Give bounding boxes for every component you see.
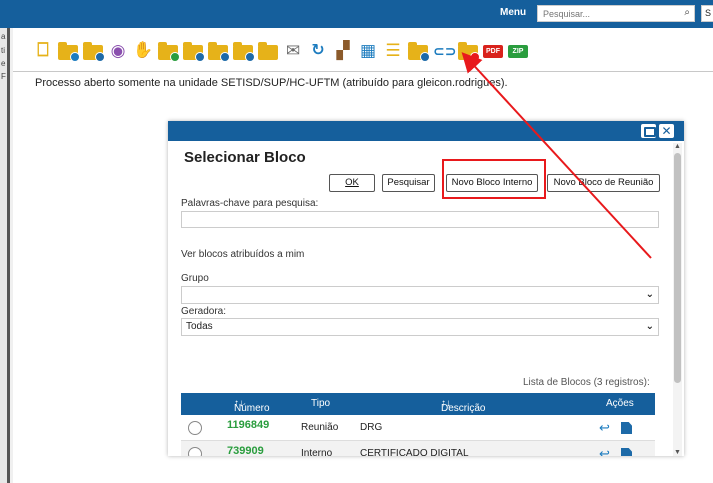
- annotation-highlight-box: [442, 159, 546, 199]
- column-number[interactable]: Número ↑↓: [234, 398, 270, 414]
- select-block-dialog: ✕ Selecionar Bloco OK Pesquisar Novo Blo…: [168, 121, 684, 456]
- left-fragment: a: [1, 32, 6, 41]
- ok-button[interactable]: OK: [329, 174, 375, 192]
- block-type: Reunião: [301, 422, 339, 433]
- generator-select[interactable]: Todas ⌄: [181, 318, 659, 336]
- table-row: 739909 Interno CERTIFICADO DIGITAL ↩: [181, 441, 655, 456]
- block-number[interactable]: 739909: [227, 445, 264, 456]
- folder-delete-icon[interactable]: [458, 41, 480, 62]
- keywords-label: Palavras-chave para pesquisa:: [181, 198, 319, 209]
- folder-star-icon[interactable]: [233, 41, 255, 62]
- folder-send-icon[interactable]: [158, 41, 180, 62]
- row-radio[interactable]: [188, 447, 202, 456]
- keywords-input[interactable]: [181, 211, 659, 228]
- group-select[interactable]: ⌄: [181, 286, 659, 304]
- block-number[interactable]: 1196849: [227, 419, 269, 431]
- pdf-icon[interactable]: PDF: [483, 41, 503, 61]
- dialog-scrollbar[interactable]: ▲ ▼: [673, 143, 682, 456]
- block-description: CERTIFICADO DIGITAL: [360, 448, 469, 456]
- new-meeting-block-button[interactable]: Novo Bloco de Reunião: [547, 174, 660, 192]
- folder-settings-icon[interactable]: [83, 41, 105, 62]
- block-table-header: Número ↑↓ Tipo Descrição ↑↓ Ações: [181, 393, 655, 415]
- top-bar: Menu ⌕ S: [0, 0, 713, 28]
- eye-icon[interactable]: ◉: [108, 41, 128, 61]
- link-icon[interactable]: ⊂⊃: [433, 41, 456, 61]
- column-type: Tipo: [311, 398, 331, 409]
- edit-icon[interactable]: [621, 448, 632, 456]
- grid-add-icon[interactable]: ▦: [358, 41, 378, 61]
- menu-link[interactable]: Menu: [500, 7, 526, 18]
- folder-info-icon[interactable]: [183, 41, 205, 62]
- process-toolbar: ⎕ ◉ ✋ ✉ ↻ ▞ ▦ ☰ ⊂⊃ PDF ZIP: [33, 36, 528, 66]
- column-actions: Ações: [606, 398, 634, 409]
- block-list-caption: Lista de Blocos (3 registros):: [523, 377, 650, 388]
- close-icon[interactable]: ✕: [659, 124, 674, 138]
- chevron-down-icon: ⌄: [645, 289, 654, 300]
- row-radio[interactable]: [188, 421, 202, 435]
- block-description: DRG: [360, 422, 383, 433]
- folder-sync-icon[interactable]: [58, 41, 80, 62]
- block-add-icon[interactable]: ▞: [333, 41, 353, 61]
- process-status-text: Processo aberto somente na unidade SETIS…: [35, 77, 508, 89]
- search-box: ⌕: [537, 5, 695, 22]
- chevron-down-icon: ⌄: [645, 321, 654, 332]
- left-fragment: e: [1, 59, 6, 68]
- generator-label: Geradora:: [181, 306, 227, 317]
- thumbs-up-icon[interactable]: ✋: [133, 41, 153, 61]
- top-right-button[interactable]: S: [701, 5, 713, 22]
- left-panel-edge: a ti e F: [0, 28, 10, 483]
- edit-icon[interactable]: [621, 422, 632, 434]
- new-document-icon[interactable]: ⎕: [33, 41, 53, 61]
- dialog-header: ✕: [168, 121, 684, 141]
- group-label: Grupo: [181, 273, 209, 284]
- include-arrow-icon[interactable]: ↩: [599, 420, 610, 436]
- column-description[interactable]: Descrição ↑↓: [441, 398, 485, 414]
- scroll-up-icon[interactable]: ▲: [674, 143, 681, 150]
- search-button[interactable]: Pesquisar: [382, 174, 435, 192]
- refresh-icon[interactable]: ↻: [308, 41, 328, 61]
- block-type: Interno: [301, 448, 333, 456]
- maximize-icon[interactable]: [641, 124, 656, 138]
- assigned-to-me-label[interactable]: Ver blocos atribuídos a mim: [181, 249, 304, 260]
- zip-icon[interactable]: ZIP: [508, 41, 528, 61]
- left-fragment: ti: [1, 46, 5, 55]
- dialog-title: Selecionar Bloco: [184, 149, 306, 166]
- search-icon[interactable]: ⌕: [684, 7, 690, 18]
- left-fragment: F: [1, 72, 6, 81]
- toolbar-divider: [13, 71, 713, 72]
- search-input[interactable]: [538, 6, 673, 21]
- folder-icon[interactable]: [258, 41, 278, 61]
- generator-value: Todas: [186, 321, 213, 332]
- scroll-down-icon[interactable]: ▼: [674, 449, 681, 456]
- note-icon[interactable]: ☰: [383, 41, 403, 61]
- envelope-icon[interactable]: ✉: [283, 41, 303, 61]
- folder-pause-icon[interactable]: [408, 41, 430, 62]
- scroll-thumb[interactable]: [674, 153, 681, 383]
- folder-user-icon[interactable]: [208, 41, 230, 62]
- table-row: 1196849 Reunião DRG ↩: [181, 415, 655, 441]
- include-arrow-icon[interactable]: ↩: [599, 446, 610, 456]
